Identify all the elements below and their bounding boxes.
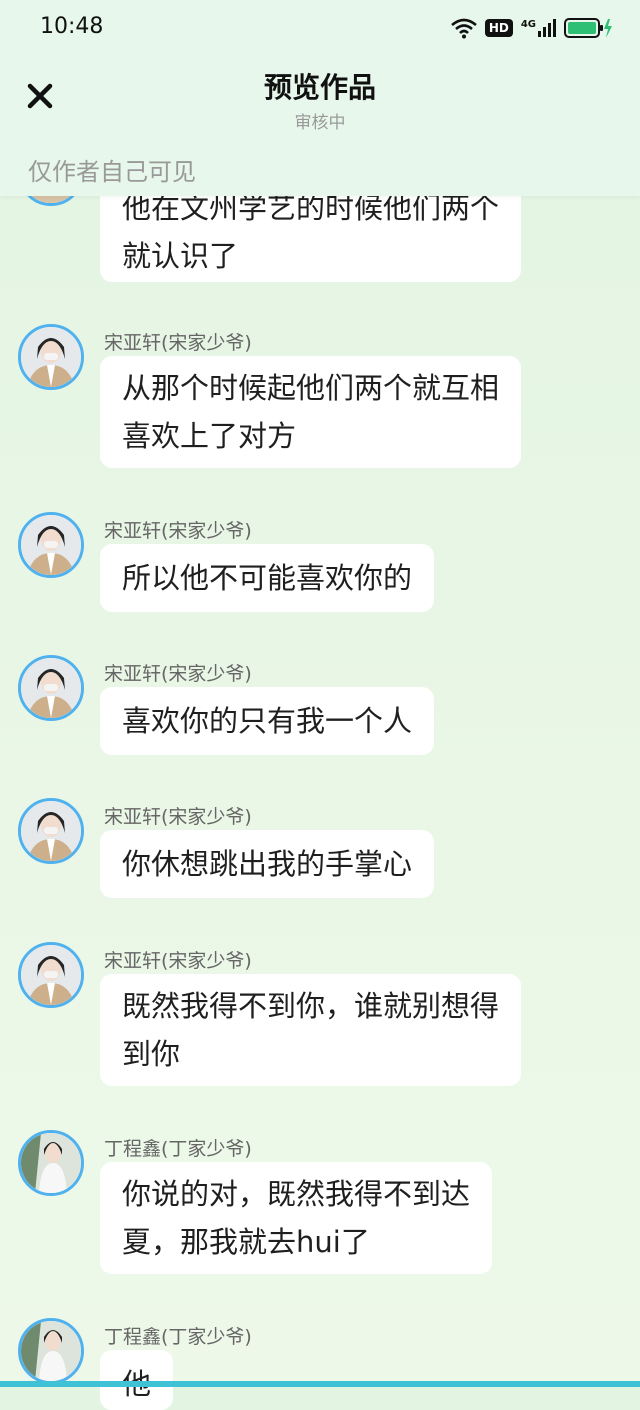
message-bubble[interactable]: 从那个时候起他们两个就互相 喜欢上了对方 [100,356,522,468]
message-bubble[interactable]: 你说的对，既然我得不到达 夏，那我就去hui了 [100,1162,493,1274]
message-bubble[interactable]: 既然我得不到你，谁就别想得 到你 [100,974,522,1086]
visibility-note: 仅作者自己可见 [28,158,196,186]
sender-name: 宋亚轩(宋家少爷) [104,663,252,685]
sender-name: 丁程鑫(丁家少爷) [104,1138,252,1160]
status-icons: HD 4G [450,14,612,42]
sender-name: 宋亚轩(宋家少爷) [104,332,252,354]
hd-icon: HD [484,19,513,37]
cellular-signal-icon: 4G [521,19,556,37]
avatar[interactable] [18,798,84,864]
sender-name: 宋亚轩(宋家少爷) [104,806,252,828]
message-bubble[interactable]: 他 [100,1350,174,1410]
status-time: 10:48 [40,14,104,39]
review-status: 审核中 [294,113,346,133]
header: 预览作品 审核中 仅作者自己可见 [0,56,640,196]
message-bubble[interactable]: 所以他不可能喜欢你的 [100,544,435,612]
wifi-icon [450,18,477,39]
page-title: 预览作品 [263,71,376,104]
sender-name: 宋亚轩(宋家少爷) [104,950,252,972]
avatar[interactable] [18,655,84,721]
status-bar: 10:48 HD 4G [0,0,640,56]
sender-name: 丁程鑫(丁家少爷) [104,1326,252,1348]
message-bubble[interactable]: 喜欢你的只有我一个人 [100,687,435,755]
avatar[interactable] [18,1318,84,1384]
message-bubble[interactable]: 你休想跳出我的手掌心 [100,830,435,898]
battery-charging-icon [564,18,612,38]
bottom-indicator [0,1381,640,1387]
avatar[interactable] [18,942,84,1008]
avatar[interactable] [18,512,84,578]
sender-name: 宋亚轩(宋家少爷) [104,520,252,542]
avatar[interactable] [18,324,84,390]
chat-area[interactable]: 他在文州学艺的时候他们两个 就认识了 宋亚轩(宋家少爷) 从那个时候起他们两个就… [0,0,640,1410]
avatar[interactable] [18,1130,84,1196]
